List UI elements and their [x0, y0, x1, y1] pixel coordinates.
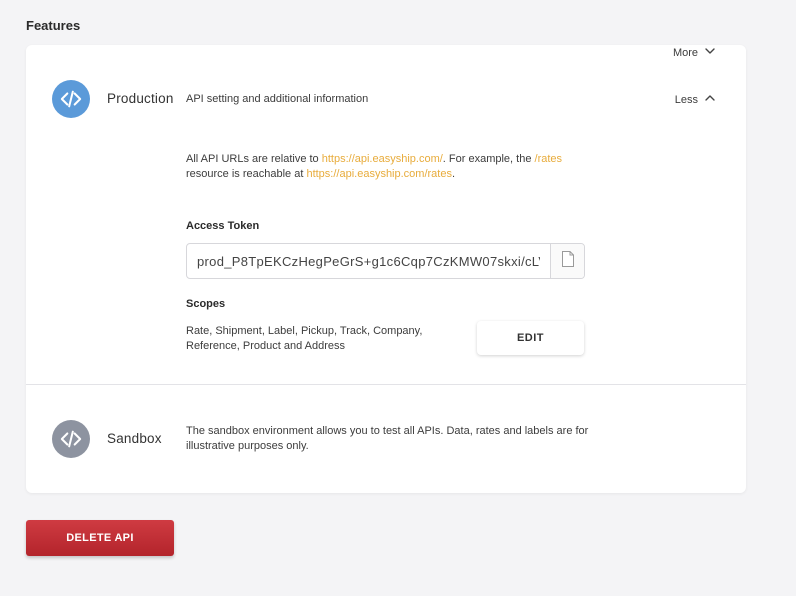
api-features-card: Production API setting and additional in… [26, 45, 746, 493]
sandbox-panel: Sandbox The sandbox environment allows y… [26, 385, 746, 493]
code-icon [52, 80, 90, 118]
access-token-input[interactable] [187, 245, 550, 277]
toggle-label: More [672, 46, 698, 59]
edit-scopes-button[interactable]: EDIT [477, 321, 584, 355]
info-text-1: All API URLs are relative to [186, 153, 322, 165]
access-token-label: Access Token [186, 220, 260, 232]
copy-token-button[interactable] [550, 244, 584, 278]
api-url-info: All API URLs are relative to https://api… [186, 152, 586, 182]
sandbox-title: Sandbox [107, 431, 162, 446]
info-text-2: . For example, the [442, 153, 535, 165]
section-title: Features [26, 18, 81, 33]
code-icon [52, 420, 90, 458]
sandbox-more-toggle[interactable]: More [673, 45, 716, 60]
info-text-3: resource is reachable at [186, 168, 307, 180]
production-less-toggle[interactable]: Less [675, 92, 716, 107]
access-token-field [186, 243, 585, 279]
scopes-value: Rate, Shipment, Label, Pickup, Track, Co… [186, 325, 423, 352]
toggle-label: Less [674, 93, 698, 106]
rates-url-link[interactable]: https://api.easyship.com/rates [306, 168, 452, 180]
production-description: API setting and additional information [186, 93, 369, 105]
copy-icon [561, 250, 575, 272]
chevron-up-icon [704, 92, 716, 107]
production-panel: Production API setting and additional in… [26, 45, 746, 384]
production-title: Production [107, 91, 174, 106]
chevron-down-icon [704, 45, 716, 60]
info-text-4: . [451, 168, 456, 180]
sandbox-description: The sandbox environment allows you to te… [186, 425, 589, 452]
scopes-label: Scopes [186, 298, 226, 310]
rates-path-link[interactable]: /rates [535, 153, 563, 165]
delete-api-button[interactable]: DELETE API [26, 520, 174, 556]
base-url-link[interactable]: https://api.easyship.com/ [322, 153, 443, 165]
